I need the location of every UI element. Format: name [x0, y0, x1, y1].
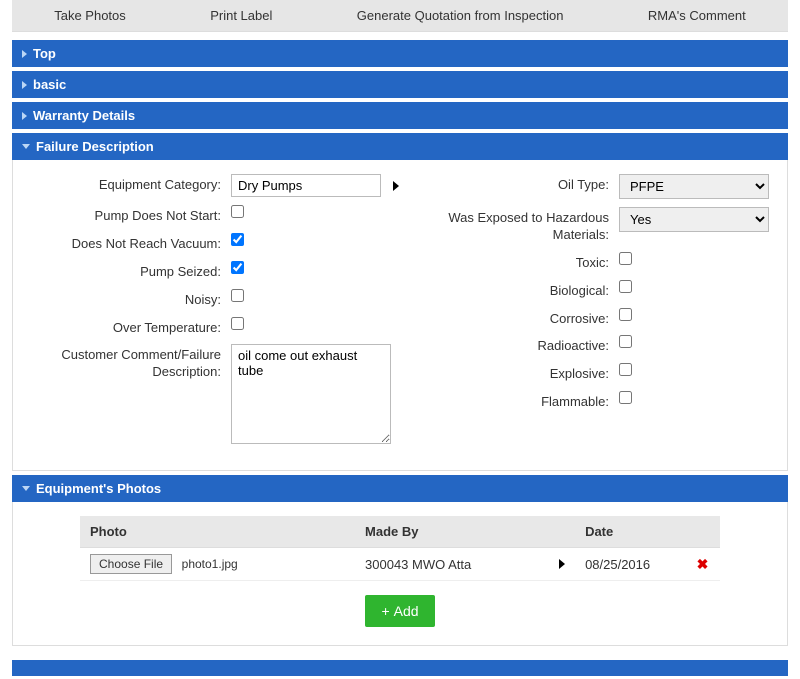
over-temp-checkbox[interactable]	[231, 317, 244, 330]
filename-text: photo1.jpg	[182, 557, 238, 571]
radioactive-label: Radioactive:	[419, 335, 619, 355]
oil-type-select[interactable]: PFPE	[619, 174, 769, 199]
noisy-label: Noisy:	[31, 289, 231, 309]
section-header-failure[interactable]: Failure Description	[12, 133, 788, 160]
rma-comment-button[interactable]: RMA's Comment	[636, 2, 758, 29]
photos-table: Photo Made By Date Choose File photo1.jp…	[80, 516, 720, 581]
date-value: 08/25/2016	[575, 548, 685, 581]
date-header: Date	[575, 516, 685, 548]
no-vacuum-label: Does Not Reach Vacuum:	[31, 233, 231, 253]
section-title-failure: Failure Description	[36, 139, 154, 154]
section-title-basic: basic	[33, 77, 66, 92]
pump-no-start-checkbox[interactable]	[231, 205, 244, 218]
flammable-label: Flammable:	[419, 391, 619, 411]
toxic-label: Toxic:	[419, 252, 619, 272]
add-button-label: Add	[394, 603, 419, 619]
pump-seized-label: Pump Seized:	[31, 261, 231, 281]
toolbar: Take Photos Print Label Generate Quotati…	[12, 0, 788, 32]
noisy-checkbox[interactable]	[231, 289, 244, 302]
hazardous-select[interactable]: Yes	[619, 207, 769, 232]
lookup-arrow-icon[interactable]	[559, 559, 565, 569]
customer-comment-label: Customer Comment/Failure Description:	[31, 344, 231, 381]
toxic-checkbox[interactable]	[619, 252, 632, 265]
generate-quotation-button[interactable]: Generate Quotation from Inspection	[345, 2, 576, 29]
section-header-basic[interactable]: basic	[12, 71, 788, 98]
section-header-next[interactable]	[12, 660, 788, 676]
explosive-label: Explosive:	[419, 363, 619, 383]
oil-type-label: Oil Type:	[419, 174, 619, 194]
corrosive-checkbox[interactable]	[619, 308, 632, 321]
delete-row-icon[interactable]: ✖	[697, 556, 709, 572]
customer-comment-textarea[interactable]: oil come out exhaust tube	[231, 344, 391, 444]
section-title-warranty: Warranty Details	[33, 108, 135, 123]
corrosive-label: Corrosive:	[419, 308, 619, 328]
equipment-category-input[interactable]	[231, 174, 381, 197]
biological-checkbox[interactable]	[619, 280, 632, 293]
photos-section-body: Photo Made By Date Choose File photo1.jp…	[12, 502, 788, 646]
radioactive-checkbox[interactable]	[619, 335, 632, 348]
actions-header	[685, 516, 720, 548]
failure-section-body: Equipment Category: Pump Does Not Start:…	[12, 160, 788, 471]
biological-label: Biological:	[419, 280, 619, 300]
flammable-checkbox[interactable]	[619, 391, 632, 404]
section-header-top[interactable]: Top	[12, 40, 788, 67]
explosive-checkbox[interactable]	[619, 363, 632, 376]
chevron-down-icon	[22, 144, 30, 149]
chevron-right-icon	[22, 112, 27, 120]
take-photos-button[interactable]: Take Photos	[42, 2, 138, 29]
over-temp-label: Over Temperature:	[31, 317, 231, 337]
madeby-value: 300043 MWO Atta	[365, 557, 471, 572]
add-button[interactable]: + Add	[365, 595, 434, 627]
failure-left-column: Equipment Category: Pump Does Not Start:…	[31, 174, 399, 452]
section-title-top: Top	[33, 46, 56, 61]
madeby-header: Made By	[355, 516, 575, 548]
equipment-category-label: Equipment Category:	[31, 174, 231, 194]
lookup-arrow-icon[interactable]	[393, 181, 399, 191]
photo-header: Photo	[80, 516, 355, 548]
plus-icon: +	[381, 603, 389, 619]
print-label-button[interactable]: Print Label	[198, 2, 284, 29]
section-header-photos[interactable]: Equipment's Photos	[12, 475, 788, 502]
section-title-photos: Equipment's Photos	[36, 481, 161, 496]
table-row: Choose File photo1.jpg 300043 MWO Atta 0…	[80, 548, 720, 581]
no-vacuum-checkbox[interactable]	[231, 233, 244, 246]
choose-file-button[interactable]: Choose File	[90, 554, 172, 574]
chevron-down-icon	[22, 486, 30, 491]
chevron-right-icon	[22, 50, 27, 58]
failure-right-column: Oil Type: PFPE Was Exposed to Hazardous …	[419, 174, 769, 452]
section-header-warranty[interactable]: Warranty Details	[12, 102, 788, 129]
chevron-right-icon	[22, 81, 27, 89]
pump-no-start-label: Pump Does Not Start:	[31, 205, 231, 225]
pump-seized-checkbox[interactable]	[231, 261, 244, 274]
hazardous-label: Was Exposed to Hazardous Materials:	[419, 207, 619, 244]
